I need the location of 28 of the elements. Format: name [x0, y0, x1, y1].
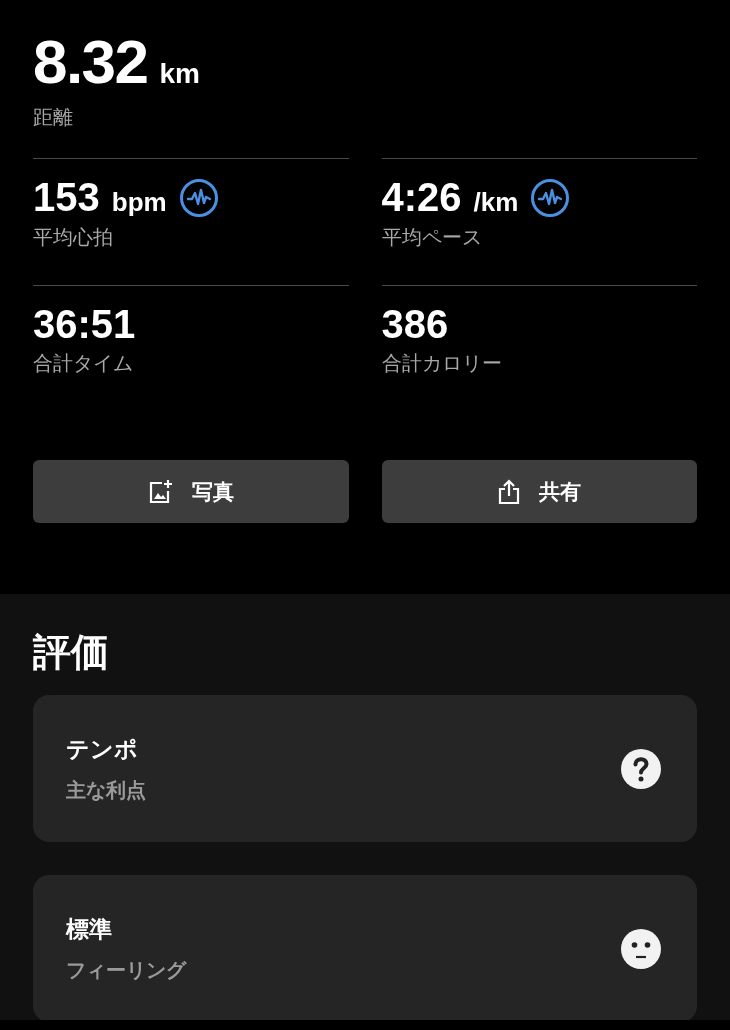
stat-unit: /km — [473, 186, 519, 219]
section-title: 評価 — [33, 630, 109, 675]
neutral-face-icon[interactable] — [621, 928, 661, 969]
stat-unit: bpm — [111, 186, 167, 219]
distance-unit: km — [159, 57, 200, 91]
card-title: 標準 — [66, 914, 112, 944]
share-button[interactable]: 共有 — [381, 460, 697, 523]
card-subtitle: 主な利点 — [66, 777, 146, 803]
stat-label: 合計タイム — [33, 351, 133, 376]
card-subtitle: フィーリング — [66, 957, 186, 983]
stat-label: 合計カロリー — [381, 351, 502, 376]
heart-rate-icon[interactable] — [530, 177, 571, 218]
distance-value: 8.32 — [33, 26, 148, 98]
stat-value: 4:26 — [381, 174, 462, 221]
stat-label: 平均ペース — [381, 225, 482, 250]
help-icon[interactable] — [621, 748, 661, 789]
card-title: テンポ — [66, 734, 138, 764]
heart-rate-icon[interactable] — [178, 177, 219, 218]
stat-value: 153 — [33, 174, 100, 221]
add-photo-icon — [147, 478, 174, 505]
share-icon — [497, 478, 522, 505]
photo-button[interactable]: 写真 — [33, 460, 349, 523]
rating-card[interactable]: 標準 フィーリング — [33, 875, 697, 1020]
rating-card[interactable]: テンポ 主な利点 — [33, 695, 697, 842]
stat-value: 386 — [381, 301, 449, 348]
stat-label: 平均心拍 — [33, 225, 113, 250]
stat-value: 36:51 — [33, 301, 136, 348]
distance-label: 距離 — [33, 105, 73, 130]
